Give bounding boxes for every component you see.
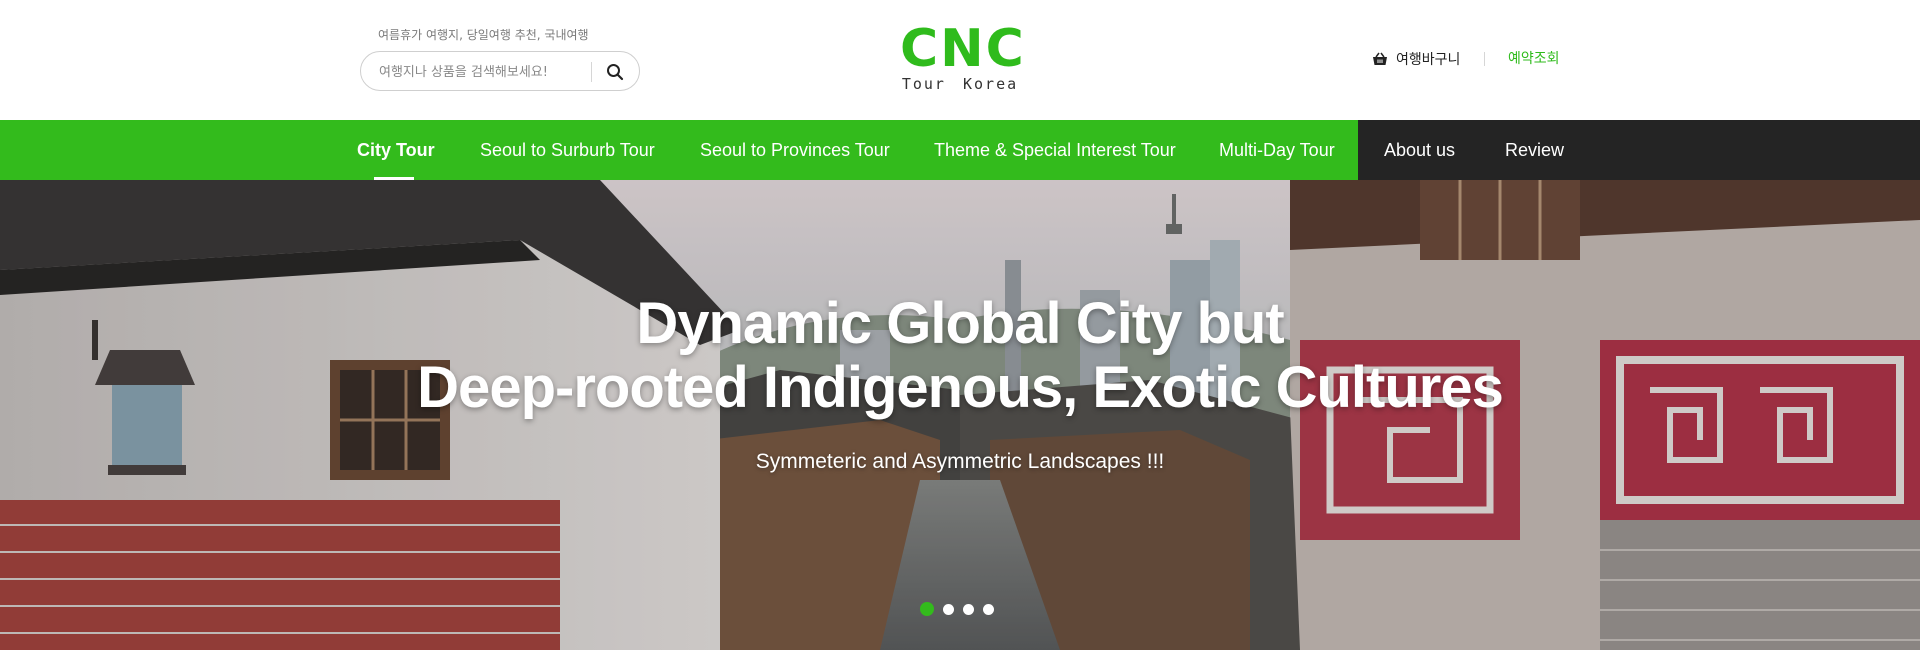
search-button[interactable]: [601, 58, 629, 86]
slider-dot-1[interactable]: [920, 602, 934, 616]
hero-slider: Dynamic Global City but Deep-rooted Indi…: [0, 180, 1920, 650]
search-hint[interactable]: 여름휴가 여행지, 당일여행 추천, 국내여행: [378, 26, 589, 43]
search-icon: [607, 64, 624, 81]
nav-item-review[interactable]: Review: [1505, 120, 1564, 180]
hero-title: Dynamic Global City but Deep-rooted Indi…: [0, 292, 1920, 420]
search-box: [360, 51, 640, 91]
basket-icon: [1373, 52, 1387, 65]
nav-item-theme-special[interactable]: Theme & Special Interest Tour: [934, 120, 1176, 180]
nav-item-seoul-to-provinces[interactable]: Seoul to Provinces Tour: [700, 120, 890, 180]
site-header: 여름휴가 여행지, 당일여행 추천, 국내여행 CNC Tour Korea 여…: [0, 0, 1920, 120]
cart-label: 여행바구니: [1396, 52, 1461, 68]
nav-item-city-tour[interactable]: City Tour: [357, 120, 435, 180]
slider-dot-2[interactable]: [943, 603, 954, 615]
slider-dot-3[interactable]: [963, 603, 974, 615]
cart-link[interactable]: 여행바구니: [1372, 49, 1460, 69]
logo-main-text: CNC: [900, 19, 1026, 79]
header-divider: [1484, 52, 1485, 66]
hero-title-line-1: Dynamic Global City but: [636, 291, 1284, 356]
hero-subtitle: Symmeteric and Asymmetric Landscapes !!!: [755, 450, 1165, 473]
site-logo[interactable]: CNC Tour Korea: [900, 19, 1026, 97]
reservation-link[interactable]: 예약조회: [1508, 49, 1560, 69]
hero-title-line-2: Deep-rooted Indigenous, Exotic Cultures: [417, 355, 1504, 420]
slider-pagination: [920, 602, 994, 616]
nav-item-multi-day[interactable]: Multi-Day Tour: [1219, 120, 1335, 180]
nav-item-seoul-to-suburb[interactable]: Seoul to Surburb Tour: [480, 120, 655, 180]
nav-item-about-us[interactable]: About us: [1384, 120, 1455, 180]
slider-dot-4[interactable]: [983, 603, 994, 615]
logo-sub-text: Tour Korea: [901, 75, 1019, 93]
search-divider: [591, 62, 592, 82]
search-input[interactable]: [379, 61, 579, 83]
